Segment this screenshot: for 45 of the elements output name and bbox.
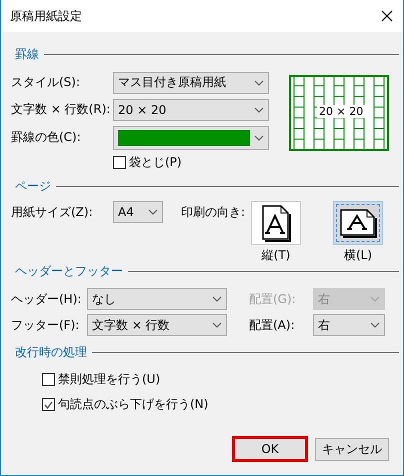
chevron-icon xyxy=(148,209,158,215)
orientation-button[interactable] xyxy=(333,201,383,245)
window-title: 原稿用紙設定 xyxy=(10,8,82,24)
field-label: スタイル(S): xyxy=(11,74,82,91)
text-dropdown[interactable]: なし xyxy=(87,288,227,310)
alignment-dropdown[interactable]: 右 xyxy=(313,314,385,336)
paper-size-dropdown[interactable]: A4 xyxy=(113,201,163,223)
grid-size-text: 20 × 20 xyxy=(317,105,366,118)
page-letter-icon xyxy=(262,204,290,242)
checkbox-label: 袋とじ(P) xyxy=(129,154,182,170)
grid-size-dropdown[interactable]: 20 × 20 xyxy=(113,98,269,120)
close-icon[interactable] xyxy=(381,10,393,22)
style-dropdown[interactable]: マス目付き原稿用紙 xyxy=(113,72,269,94)
field-label: 用紙サイズ(Z): xyxy=(11,204,94,221)
chevron-icon xyxy=(254,80,264,86)
field-label: 罫線の色(C): xyxy=(11,129,82,146)
section-heading: ヘッダーとフッター xyxy=(15,263,123,280)
chevron-icon xyxy=(370,322,380,328)
chevron-icon xyxy=(254,106,264,112)
section-heading: 改行時の処理 xyxy=(15,344,87,361)
section-heading: 罫線 xyxy=(15,46,39,63)
section-heading: ページ xyxy=(15,178,51,195)
orientation-label: 横(L) xyxy=(344,247,372,264)
text-dropdown[interactable]: 文字数 × 行数 xyxy=(87,314,227,336)
chevron-icon xyxy=(212,296,222,302)
chevron-icon xyxy=(370,296,380,302)
checkbox-box[interactable] xyxy=(113,156,126,168)
checkbox[interactable]: 袋とじ(P) xyxy=(113,154,182,170)
field-label: ヘッダー(H): xyxy=(11,290,82,308)
checkbox-box[interactable] xyxy=(42,373,55,386)
field-label: 文字数 × 行数(R): xyxy=(11,101,112,118)
line-color-dropdown[interactable] xyxy=(113,126,269,150)
checkmark-icon xyxy=(44,400,53,408)
field-label: 配置(A): xyxy=(249,316,296,334)
field-label: フッター(F): xyxy=(11,316,80,334)
dialog-button[interactable]: キャンセル xyxy=(315,438,389,460)
checkbox-box[interactable] xyxy=(42,398,55,411)
chevron-icon xyxy=(212,322,222,328)
page-letter-icon xyxy=(340,208,376,238)
dialog-button[interactable]: OK xyxy=(232,436,308,462)
orientation-label: 縦(T) xyxy=(262,247,290,264)
field-label: 配置(G): xyxy=(249,290,297,308)
orientation-button[interactable] xyxy=(251,201,301,245)
chevron-icon xyxy=(254,134,264,140)
field-label: 印刷の向き: xyxy=(181,204,246,221)
